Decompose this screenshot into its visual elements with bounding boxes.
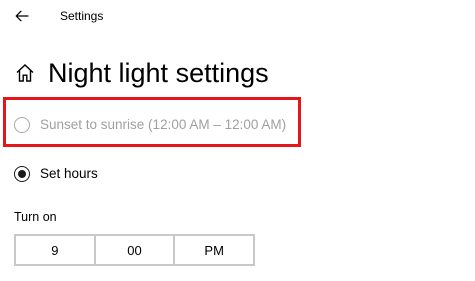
settings-window: Settings Night light settings Sunset to … xyxy=(0,0,475,281)
turn-on-time-picker[interactable]: 9 00 PM xyxy=(14,234,255,266)
radio-sunset-to-sunrise[interactable]: Sunset to sunrise (12:00 AM – 12:00 AM) xyxy=(14,114,286,136)
radio-set-hours[interactable]: Set hours xyxy=(14,163,98,185)
minute-segment[interactable]: 00 xyxy=(93,236,174,264)
radio-label-set-hours: Set hours xyxy=(40,166,98,181)
title-bar: Settings xyxy=(0,0,475,32)
turn-on-label: Turn on xyxy=(14,210,57,224)
radio-circle-unchecked xyxy=(14,117,30,133)
page-title: Night light settings xyxy=(48,58,269,88)
hour-segment[interactable]: 9 xyxy=(16,236,94,264)
page-header: Night light settings xyxy=(14,56,269,90)
back-arrow-icon xyxy=(15,10,29,22)
app-title: Settings xyxy=(60,9,104,23)
radio-circle-checked xyxy=(14,166,30,182)
radio-label-sunset-to-sunrise: Sunset to sunrise (12:00 AM – 12:00 AM) xyxy=(40,117,287,132)
home-icon[interactable] xyxy=(14,62,36,84)
back-button[interactable] xyxy=(10,4,34,28)
period-segment[interactable]: PM xyxy=(173,236,253,264)
radio-dot xyxy=(18,170,26,178)
